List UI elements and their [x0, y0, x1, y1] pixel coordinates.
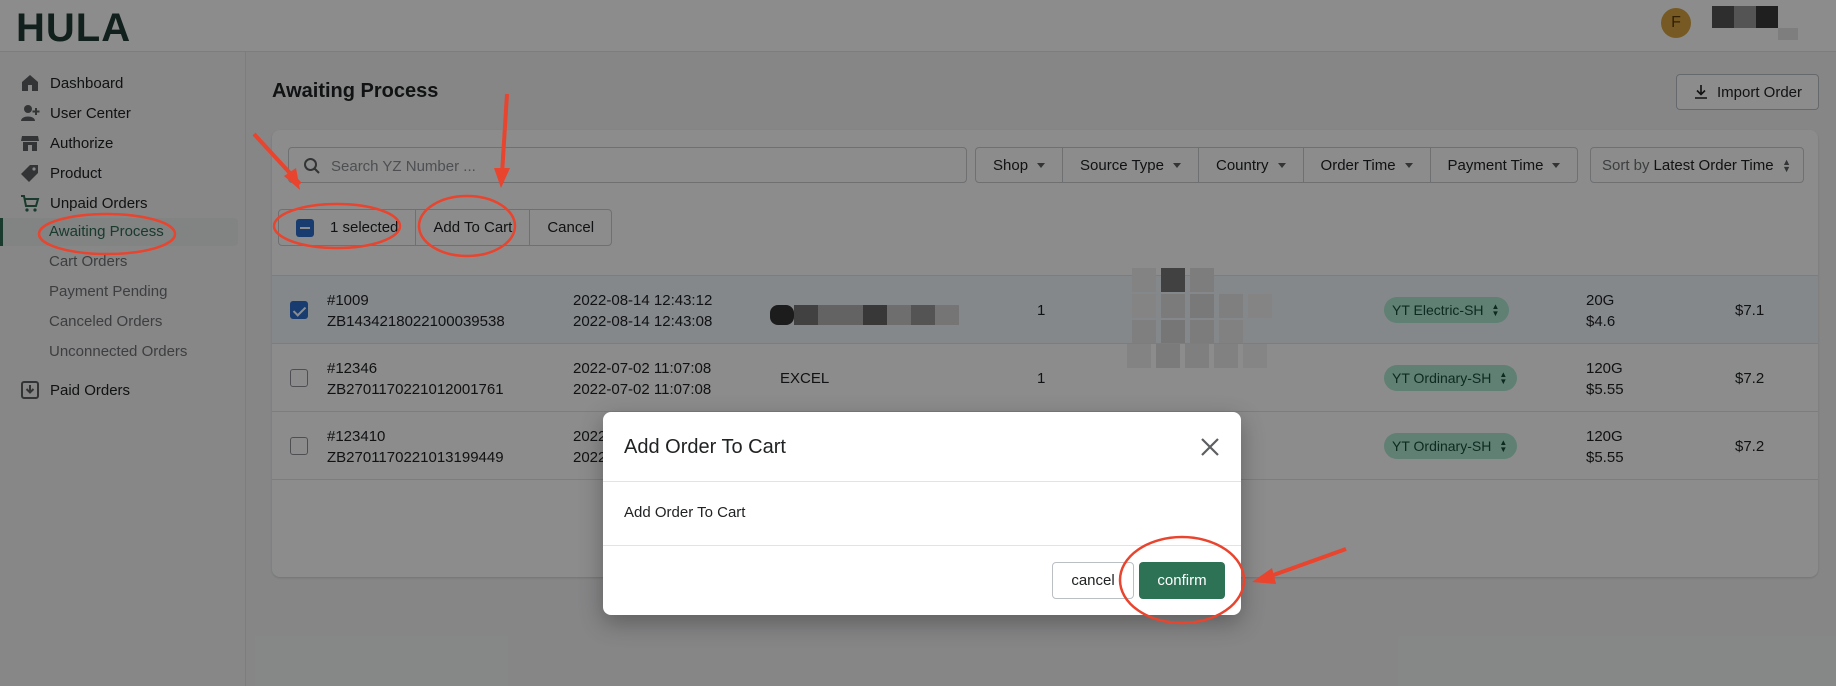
modal-cancel-button[interactable]: cancel — [1052, 562, 1134, 599]
modal-body-text: Add Order To Cart — [624, 504, 746, 521]
add-to-cart-modal: Add Order To Cart Add Order To Cart canc… — [603, 412, 1241, 615]
close-icon[interactable] — [1199, 436, 1221, 458]
modal-confirm-button[interactable]: confirm — [1139, 562, 1225, 599]
modal-title: Add Order To Cart — [624, 436, 786, 458]
modal-header: Add Order To Cart — [603, 412, 1241, 482]
